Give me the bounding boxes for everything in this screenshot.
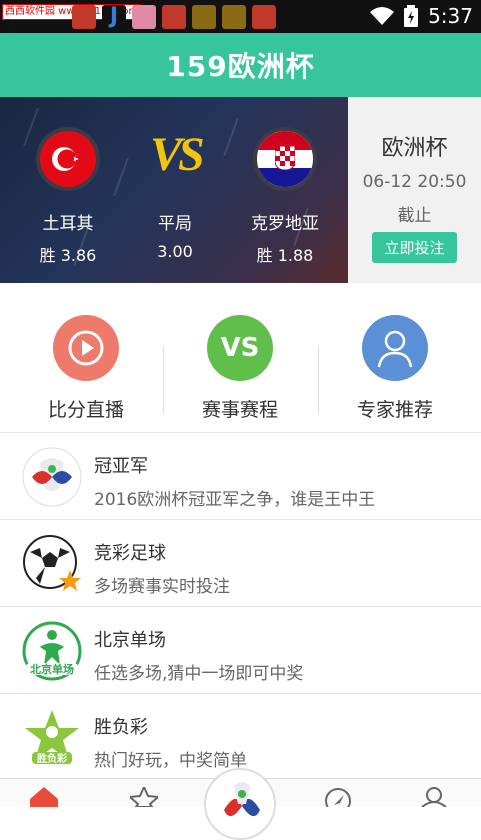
list-item[interactable]: 北京单场 北京单场 任选多场,猜中一场即可中奖: [0, 607, 481, 694]
draw-option: 平局 3.00: [145, 209, 205, 261]
expert-picks-button[interactable]: 专家推荐: [315, 315, 475, 422]
home-team-name: 土耳其: [42, 214, 94, 234]
list-item[interactable]: 冠亚军 2016欧洲杯冠亚军之争，谁是王中王: [0, 433, 481, 520]
home-team-odds: 胜 3.86: [39, 246, 97, 265]
app-icon-red: [252, 5, 276, 29]
clock: 5:37: [428, 4, 473, 28]
away-team-name: 克罗地亚: [251, 214, 319, 234]
app-icon-gold: [222, 5, 246, 29]
wifi-icon: [370, 7, 395, 25]
list-item-title: 胜负彩: [94, 717, 148, 738]
win-lose-logo-icon: 胜负彩: [22, 708, 82, 768]
star-icon[interactable]: [130, 787, 158, 807]
svg-text:北京单场: 北京单场: [30, 662, 74, 676]
quick-actions: 比分直播 VS 赛事赛程 专家推荐: [0, 283, 481, 433]
list-item-subtitle: 任选多场,猜中一场即可中奖: [94, 664, 304, 684]
schedule-button[interactable]: VS 赛事赛程: [160, 315, 320, 422]
list-item[interactable]: 竞彩足球 多场赛事实时投注: [0, 520, 481, 607]
app-icon-j: J: [102, 5, 126, 29]
app-icon-gold: [192, 5, 216, 29]
draw-odds: 3.00: [157, 242, 193, 261]
beijing-single-logo-icon: 北京单场: [22, 621, 82, 681]
list-item-title: 竞彩足球: [94, 543, 166, 564]
schedule-label: 赛事赛程: [201, 399, 278, 421]
away-team: 克罗地亚 胜 1.88: [240, 127, 330, 266]
play-icon: [53, 315, 119, 381]
app-icon-red: [162, 5, 186, 29]
status-bar: 西西软件园 www.cr173.com J 5:37: [0, 0, 481, 33]
list-item-subtitle: 2016欧洲杯冠亚军之争，谁是王中王: [94, 490, 376, 510]
profile-icon[interactable]: [420, 787, 448, 807]
svg-text:胜负彩: 胜负彩: [36, 752, 67, 765]
app-title: 159欧洲杯: [166, 50, 315, 83]
match-info-panel: 欧洲杯 06-12 20:50 截止 立即投注: [348, 97, 481, 283]
match-banner[interactable]: 土耳其 胜 3.86 VS 平局 3.00 克罗地亚 胜 1.88: [0, 97, 348, 283]
app-icon-pink: [132, 5, 156, 29]
vs-icon: VS: [207, 315, 273, 381]
bet-now-button[interactable]: 立即投注: [372, 232, 457, 263]
tournament-name: 欧洲杯: [381, 136, 448, 161]
list-item-title: 冠亚军: [94, 456, 148, 477]
euro-trophy-icon: [22, 447, 82, 507]
vs-label: VS: [150, 128, 205, 181]
app-icon-red: [72, 5, 96, 29]
home-team: 土耳其 胜 3.86: [28, 127, 108, 266]
match-datetime: 06-12 20:50: [362, 172, 467, 192]
list-item-subtitle: 多场赛事实时投注: [94, 577, 230, 597]
soccer-ball-icon: [22, 534, 82, 594]
lottery-list: 冠亚军 2016欧洲杯冠亚军之争，谁是王中王 竞彩足球 多场赛事实时投注 北京单…: [0, 433, 481, 781]
list-item-subtitle: 热门好玩，中奖简单: [94, 751, 247, 771]
list-item-title: 北京单场: [94, 630, 166, 651]
battery-icon: [404, 5, 419, 27]
deadline-label: 截止: [397, 206, 432, 226]
croatia-flag-icon: [253, 127, 317, 191]
compass-icon[interactable]: [324, 787, 352, 807]
expert-picks-label: 专家推荐: [356, 399, 433, 421]
draw-label: 平局: [158, 214, 192, 234]
person-icon: [362, 315, 428, 381]
turkey-flag-icon: [36, 127, 100, 191]
live-score-label: 比分直播: [47, 399, 124, 421]
app-header: 159欧洲杯: [0, 33, 481, 97]
euro-center-tab-icon[interactable]: [204, 768, 276, 840]
live-score-button[interactable]: 比分直播: [6, 315, 166, 422]
home-icon[interactable]: [30, 787, 58, 807]
away-team-odds: 胜 1.88: [256, 246, 314, 265]
